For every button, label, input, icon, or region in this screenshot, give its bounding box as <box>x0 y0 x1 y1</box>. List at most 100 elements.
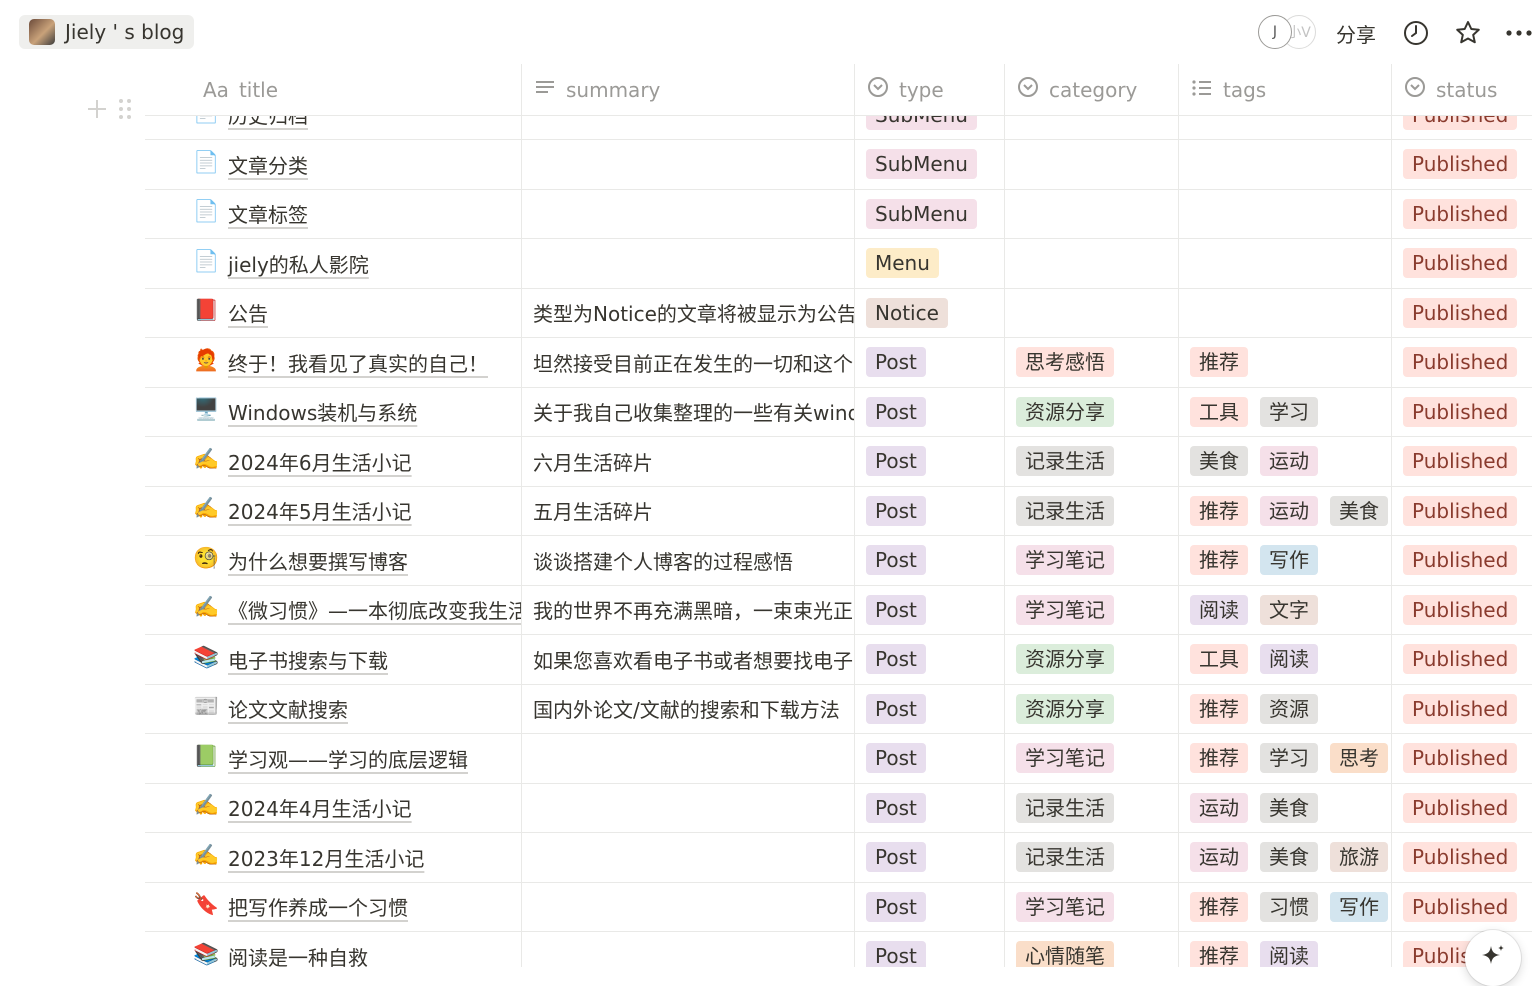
page-title-link[interactable]: 文章分类 <box>228 140 308 189</box>
cell-summary[interactable] <box>522 832 855 882</box>
cell-title[interactable]: 📚 电子书搜索与下载 <box>145 634 522 684</box>
cell-tags[interactable]: 运动 美食 旅游 <box>1179 832 1392 882</box>
cell-category[interactable]: 学习笔记 <box>1005 733 1179 783</box>
page-title-link[interactable]: 《微习惯》—一本彻底改变我生活的书 <box>228 585 521 634</box>
table-row[interactable]: ✍️ 2024年5月生活小记 五月生活碎片 Post 记录生活 推荐 运动 美食 Publish… <box>145 486 1532 536</box>
cell-type[interactable]: SubMenu <box>855 139 1005 189</box>
cell-status[interactable]: Published <box>1392 140 1532 189</box>
table-row[interactable]: ✍️ 2024年6月生活小记 六月生活碎片 Post 记录生活 美食 运动 Published <box>145 436 1532 487</box>
cell-type[interactable]: Post <box>855 882 1005 931</box>
cell-category[interactable] <box>1005 189 1179 238</box>
cell-tags[interactable]: 美食 运动 <box>1179 436 1392 486</box>
table-row[interactable]: 📄 文章标签 SubMenu Published <box>145 189 1532 239</box>
cell-tags[interactable]: 推荐 <box>1179 337 1392 387</box>
page-title-link[interactable]: 2024年5月生活小记 <box>228 486 412 535</box>
page-title-link[interactable]: 2024年6月生活小记 <box>228 437 412 486</box>
cell-status[interactable]: Published <box>1392 437 1532 486</box>
cell-type[interactable]: Notice <box>855 288 1005 337</box>
cell-category[interactable]: 学习笔记 <box>1005 882 1179 931</box>
cell-tags[interactable]: 推荐 资源 <box>1179 684 1392 733</box>
table-row[interactable]: 📕 公告 类型为Notice的文章将被显示为公告 Notice Published <box>145 288 1532 338</box>
page-title-link[interactable]: 论文文献搜索 <box>228 684 348 733</box>
cell-summary[interactable] <box>522 733 855 783</box>
cell-title[interactable]: ✍️ 2024年5月生活小记 <box>145 486 522 535</box>
table-row[interactable]: 📗 学习观——学习的底层逻辑 Post 学习笔记 推荐 学习 思考 Published <box>145 733 1532 784</box>
cell-title[interactable]: 📰 论文文献搜索 <box>145 684 522 733</box>
cell-type[interactable]: Post <box>855 436 1005 486</box>
cell-title[interactable]: 📗 学习观——学习的底层逻辑 <box>145 733 522 783</box>
table-row[interactable]: 🖥️ Windows装机与系统 关于我自己收集整理的一些有关windows Post 资… <box>145 387 1532 437</box>
cell-title[interactable]: 🧐 为什么想要撰写博客 <box>145 535 522 585</box>
cell-title[interactable]: 🔖 把写作养成一个习惯 <box>145 882 522 931</box>
cell-status[interactable]: Published <box>1392 536 1532 585</box>
cell-status[interactable]: Published <box>1392 486 1532 535</box>
table-row[interactable]: 🔖 把写作养成一个习惯 Post 学习笔记 推荐 习惯 写作 Published <box>145 882 1532 932</box>
cell-status[interactable]: Published <box>1392 585 1532 634</box>
cell-title[interactable]: 📄 文章标签 <box>145 189 522 238</box>
cell-category[interactable]: 记录生活 <box>1005 783 1179 832</box>
page-title-link[interactable]: 学习观——学习的底层逻辑 <box>228 734 468 783</box>
cell-type[interactable]: Post <box>855 684 1005 733</box>
table-row[interactable]: 🧐 为什么想要撰写博客 谈谈搭建个人博客的过程感悟 Post 学习笔记 推荐 写作 Publi… <box>145 535 1532 586</box>
table-row[interactable]: ✍️ 《微习惯》—一本彻底改变我生活的书我的世界不再充满黑暗，一束束光正 Post 学… <box>145 585 1532 635</box>
cell-type[interactable]: Post <box>855 337 1005 387</box>
cell-status[interactable]: Published <box>1392 833 1532 882</box>
cell-summary[interactable]: 六月生活碎片 <box>522 436 855 486</box>
cell-title[interactable]: 📚 阅读是一种自救 <box>145 931 522 967</box>
cell-status[interactable]: Published <box>1392 783 1532 832</box>
cell-category[interactable]: 思考感悟 <box>1005 337 1179 387</box>
cell-summary[interactable] <box>522 238 855 288</box>
table-row[interactable]: 🧑‍🦰 终于！我看见了真实的自己！ 坦然接受目前正在发生的一切和这个 Post 思考感悟… <box>145 337 1532 388</box>
cell-category[interactable]: 记录生活 <box>1005 436 1179 486</box>
cell-tags[interactable] <box>1179 189 1392 238</box>
table-row[interactable]: ✍️ 2023年12月生活小记 Post 记录生活 运动 美食 旅游 Published <box>145 832 1532 883</box>
page-title-link[interactable]: 电子书搜索与下载 <box>228 635 388 684</box>
column-header-title[interactable]: Aa title <box>145 64 522 115</box>
page-title-link[interactable]: 2023年12月生活小记 <box>228 833 424 882</box>
cell-status[interactable]: Published <box>1392 734 1532 783</box>
cell-type[interactable]: Post <box>855 832 1005 882</box>
cell-type[interactable]: Post <box>855 585 1005 634</box>
cell-summary[interactable] <box>522 189 855 238</box>
cell-status[interactable]: Published <box>1392 338 1532 387</box>
cell-type[interactable]: Menu <box>855 238 1005 288</box>
cell-summary[interactable] <box>522 931 855 967</box>
cell-type[interactable]: Post <box>855 387 1005 436</box>
cell-tags[interactable]: 工具 阅读 <box>1179 634 1392 684</box>
cell-status[interactable]: Published <box>1392 882 1532 931</box>
star-icon[interactable] <box>1454 19 1482 47</box>
cell-summary[interactable]: 国内外论文/文献的搜索和下载方法 <box>522 684 855 733</box>
more-icon[interactable] <box>1506 19 1532 47</box>
page-title-link[interactable]: 2024年4月生活小记 <box>228 783 412 832</box>
cell-summary[interactable] <box>522 139 855 189</box>
cell-title[interactable]: 📕 公告 <box>145 288 522 337</box>
cell-summary[interactable]: 坦然接受目前正在发生的一切和这个 <box>522 337 855 387</box>
workspace-switcher[interactable]: Jiely ' s blog <box>19 15 195 49</box>
column-header-tags[interactable]: tags <box>1179 64 1392 115</box>
cell-summary[interactable] <box>522 882 855 931</box>
cell-category[interactable]: 学习笔记 <box>1005 585 1179 634</box>
page-title-link[interactable]: jiely的私人影院 <box>228 239 369 288</box>
cell-status[interactable]: Published <box>1392 288 1532 337</box>
cell-tags[interactable]: 阅读 文字 <box>1179 585 1392 634</box>
cell-summary[interactable]: 谈谈搭建个人博客的过程感悟 <box>522 535 855 585</box>
cell-type[interactable]: Post <box>855 535 1005 585</box>
page-title-link[interactable]: 为什么想要撰写博客 <box>228 536 408 585</box>
cell-summary[interactable]: 如果您喜欢看电子书或者想要找电子书 <box>522 634 855 684</box>
table-row[interactable]: 📄 文章分类 SubMenu Published <box>145 139 1532 190</box>
cell-status[interactable]: Published <box>1392 189 1532 238</box>
column-header-summary[interactable]: summary <box>522 64 855 115</box>
cell-type[interactable]: Post <box>855 931 1005 967</box>
cell-title[interactable]: 🖥️ Windows装机与系统 <box>145 387 522 436</box>
table-row[interactable]: 📚 电子书搜索与下载 如果您喜欢看电子书或者想要找电子书 Post 资源分享 工具 阅读 Pu… <box>145 634 1532 685</box>
cell-summary[interactable] <box>522 783 855 832</box>
cell-tags[interactable]: 推荐 学习 思考 <box>1179 733 1392 783</box>
column-header-type[interactable]: type <box>855 64 1005 115</box>
cell-tags[interactable]: 推荐 写作 <box>1179 535 1392 585</box>
drag-handle-icon[interactable] <box>118 98 132 124</box>
cell-summary[interactable]: 我的世界不再充满黑暗，一束束光正 <box>522 585 855 634</box>
cell-status[interactable]: Published <box>1392 387 1532 436</box>
table-row[interactable]: 📚 阅读是一种自救 Post 心情随笔 推荐 阅读 Published <box>145 931 1532 967</box>
cell-title[interactable]: 🧑‍🦰 终于！我看见了真实的自己！ <box>145 337 522 387</box>
cell-status[interactable]: Published <box>1392 239 1532 288</box>
